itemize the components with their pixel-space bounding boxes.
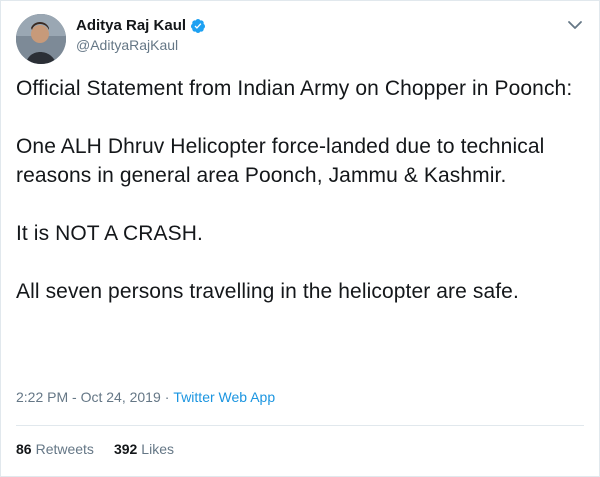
author-block: Aditya Raj Kaul @AdityaRajKaul: [76, 17, 206, 53]
retweets-label: Retweets: [35, 441, 94, 457]
retweets-stat[interactable]: 86 Retweets: [16, 441, 94, 457]
tweet-source-link[interactable]: Twitter Web App: [173, 389, 275, 405]
tweet-timestamp[interactable]: 2:22 PM - Oct 24, 2019: [16, 389, 161, 405]
tweet-paragraph: Official Statement from Indian Army on C…: [16, 77, 573, 100]
likes-label: Likes: [141, 441, 174, 457]
meta-separator: ·: [164, 389, 170, 405]
tweet-header: Aditya Raj Kaul @AdityaRajKaul: [16, 14, 584, 64]
tweet-metadata: 2:22 PM - Oct 24, 2019 · Twitter Web App: [16, 389, 275, 405]
author-handle[interactable]: @AdityaRajKaul: [76, 37, 206, 53]
tweet-stats: 86 Retweets 392 Likes: [16, 441, 174, 457]
tweet-text: Official Statement from Indian Army on C…: [16, 74, 586, 306]
retweets-count: 86: [16, 441, 32, 457]
author-name[interactable]: Aditya Raj Kaul: [76, 17, 186, 34]
tweet-paragraph: It is NOT A CRASH.: [16, 222, 203, 245]
likes-stat[interactable]: 392 Likes: [114, 441, 174, 457]
divider: [16, 425, 584, 426]
likes-count: 392: [113, 441, 138, 457]
verified-badge-icon: [190, 18, 206, 34]
tweet-paragraph: One ALH Dhruv Helicopter force-landed du…: [16, 135, 545, 187]
tweet-paragraph: All seven persons travelling in the heli…: [16, 280, 519, 303]
chevron-down-icon[interactable]: [564, 14, 586, 36]
avatar[interactable]: [16, 14, 66, 64]
